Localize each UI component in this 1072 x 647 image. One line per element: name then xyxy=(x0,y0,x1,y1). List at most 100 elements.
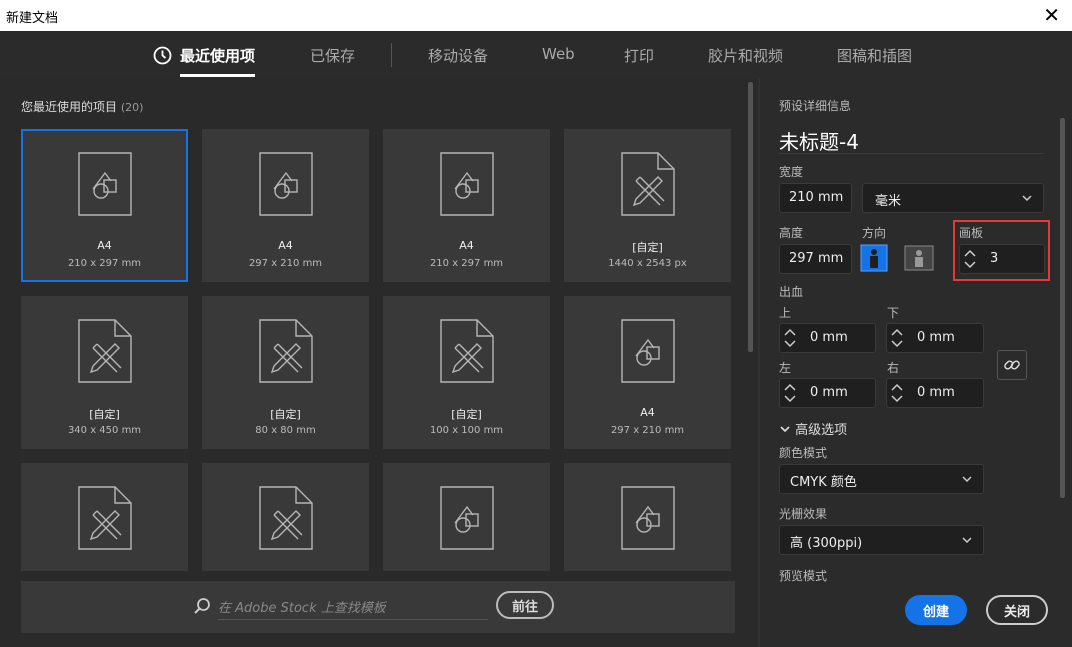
tab-film-video[interactable]: 胶片和视频 xyxy=(708,45,783,66)
bleed-bottom-stepper[interactable]: 0 mm xyxy=(886,323,984,353)
height-field[interactable]: 297 mm xyxy=(779,244,852,274)
chevron-down-icon xyxy=(962,537,972,544)
custom-doc-icon xyxy=(258,318,314,384)
tab-art-illustration[interactable]: 图稿和插图 xyxy=(837,45,912,66)
left-scrollbar[interactable] xyxy=(748,82,753,352)
tab-recent[interactable]: 最近使用项 xyxy=(180,45,255,66)
preset-details-label: 预设详细信息 xyxy=(779,99,852,113)
preview-mode-label: 预览模式 xyxy=(779,569,828,583)
tab-web[interactable]: Web xyxy=(542,45,575,63)
recent-item-card[interactable]: A4 210 x 297 mm xyxy=(383,129,550,282)
title-bar: 新建文档 ✕ xyxy=(0,0,1072,32)
window-close-icon[interactable]: ✕ xyxy=(1043,3,1060,27)
right-scrollbar[interactable] xyxy=(1060,118,1065,498)
recent-item-card[interactable]: A4 297 x 210 mm xyxy=(202,129,369,282)
width-field[interactable]: 210 mm xyxy=(779,183,852,213)
stepper-arrows-icon[interactable] xyxy=(783,326,797,350)
tab-mobile[interactable]: 移动设备 xyxy=(428,45,488,66)
artboard-stepper[interactable]: 3 xyxy=(959,244,1045,274)
tab-separator xyxy=(391,43,392,67)
raster-effects-select[interactable]: 高 (300ppi) xyxy=(779,525,984,555)
recent-item-name: A4 xyxy=(97,239,112,252)
chevron-down-icon xyxy=(1022,195,1032,202)
recent-item-card[interactable] xyxy=(564,463,731,571)
bleed-right-value: 0 mm xyxy=(917,385,955,400)
bleed-top-value: 0 mm xyxy=(810,330,848,345)
stepper-arrows-icon[interactable] xyxy=(890,381,904,405)
recent-item-card[interactable]: A4 210 x 297 mm xyxy=(21,129,188,282)
bleed-right-stepper[interactable]: 0 mm xyxy=(886,378,984,408)
recent-item-card[interactable]: [自定] 80 x 80 mm xyxy=(202,296,369,449)
clock-icon xyxy=(153,46,172,65)
shape-doc-icon xyxy=(620,318,676,384)
unit-value: 毫米 xyxy=(875,194,902,209)
document-title[interactable]: 未标题-4 xyxy=(779,126,859,155)
bleed-bottom-value: 0 mm xyxy=(917,330,955,345)
recent-item-size: 80 x 80 mm xyxy=(255,425,316,436)
recent-item-size: 210 x 297 mm xyxy=(67,258,142,269)
recent-heading: 您最近使用的项目 (20) xyxy=(21,98,143,115)
recent-item-card[interactable] xyxy=(383,463,550,571)
recent-item-card[interactable]: [自定] 340 x 450 mm xyxy=(21,296,188,449)
bleed-left-stepper[interactable]: 0 mm xyxy=(779,378,876,408)
recent-panel: 您最近使用的项目 (20) A4 210 x 297 mm A4 297 x 210 … xyxy=(0,78,758,647)
recent-item-size: 297 x 210 mm xyxy=(610,425,685,436)
bleed-label: 出血 xyxy=(779,285,804,299)
recent-item-card[interactable] xyxy=(202,463,369,571)
active-tab-indicator xyxy=(180,74,255,77)
chevron-down-icon xyxy=(780,426,790,433)
go-button[interactable]: 前往 xyxy=(496,591,554,619)
recent-item-name: [自定] xyxy=(451,408,482,421)
stepper-arrows-icon[interactable] xyxy=(890,326,904,350)
landscape-orientation-icon[interactable] xyxy=(904,245,934,271)
custom-doc-icon xyxy=(439,318,495,384)
stock-search-input[interactable] xyxy=(218,597,488,620)
orientation-label: 方向 xyxy=(862,226,887,240)
recent-item-card[interactable]: [自定] 100 x 100 mm xyxy=(383,296,550,449)
bleed-left-value: 0 mm xyxy=(810,385,848,400)
recent-item-size: 340 x 450 mm xyxy=(67,425,142,436)
recent-item-name: [自定] xyxy=(632,241,663,254)
stepper-arrows-icon[interactable] xyxy=(783,381,797,405)
width-label: 宽度 xyxy=(779,165,804,179)
link-bleed-icon[interactable] xyxy=(997,350,1027,380)
recent-item-card[interactable]: [自定] 1440 x 2543 px xyxy=(564,129,731,282)
recent-item-size: 100 x 100 mm xyxy=(429,425,504,436)
custom-doc-icon xyxy=(620,151,676,217)
recent-item-size: 1440 x 2543 px xyxy=(608,258,687,269)
advanced-options-toggle[interactable]: 高级选项 xyxy=(779,419,847,438)
shape-doc-icon xyxy=(439,151,495,217)
tab-print[interactable]: 打印 xyxy=(624,45,654,66)
custom-doc-icon xyxy=(258,485,314,551)
close-button[interactable]: 关闭 xyxy=(986,595,1048,625)
raster-effects-value: 高 (300ppi) xyxy=(790,536,863,551)
recent-count: (20) xyxy=(120,101,144,114)
recent-item-card[interactable]: A4 297 x 210 mm xyxy=(564,296,731,449)
custom-doc-icon xyxy=(77,318,133,384)
stepper-arrows-icon[interactable] xyxy=(963,247,977,271)
custom-doc-icon xyxy=(77,485,133,551)
bleed-top-stepper[interactable]: 0 mm xyxy=(779,323,876,353)
portrait-orientation-icon[interactable] xyxy=(860,244,888,272)
color-mode-select[interactable]: CMYK 颜色 xyxy=(779,464,984,494)
unit-select[interactable]: 毫米 xyxy=(862,183,1044,213)
recent-grid: A4 210 x 297 mm A4 297 x 210 mm A4 210 x 297 … xyxy=(21,129,735,571)
recent-item-name: [自定] xyxy=(270,408,301,421)
recent-item-name: [自定] xyxy=(89,408,120,421)
bleed-left-label: 左 xyxy=(779,361,792,375)
shape-doc-icon xyxy=(77,151,133,217)
recent-item-card[interactable] xyxy=(21,463,188,571)
stock-search-bar: 前往 xyxy=(21,581,735,633)
raster-effects-label: 光栅效果 xyxy=(779,507,828,521)
color-mode-value: CMYK 颜色 xyxy=(790,475,857,490)
recent-item-size: 210 x 297 mm xyxy=(429,258,504,269)
create-button[interactable]: 创建 xyxy=(905,595,967,625)
height-value: 297 mm xyxy=(789,251,844,266)
shape-doc-icon xyxy=(620,485,676,551)
recent-item-size: 297 x 210 mm xyxy=(248,258,323,269)
recent-heading-text: 您最近使用的项目 xyxy=(21,100,118,114)
tab-saved[interactable]: 已保存 xyxy=(310,45,355,66)
shape-doc-icon xyxy=(258,151,314,217)
artboard-label: 画板 xyxy=(959,226,984,240)
recent-item-name: A4 xyxy=(278,239,293,252)
